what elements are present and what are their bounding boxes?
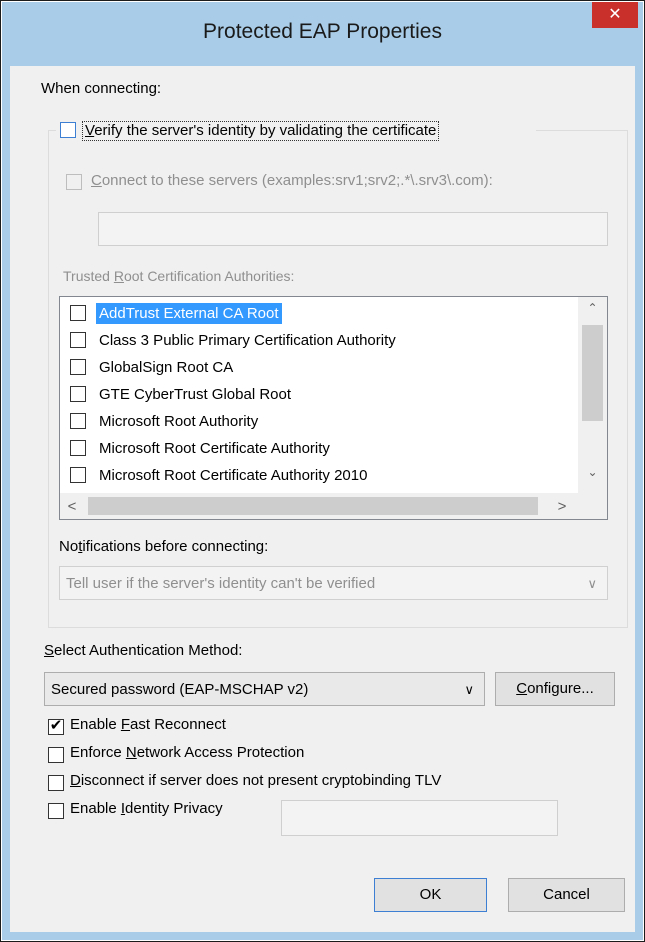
trusted-root-list[interactable]: AddTrust External CA Root Class 3 Public … — [59, 296, 608, 520]
disconnect-cryptobinding-checkbox[interactable] — [48, 775, 64, 791]
cancel-button[interactable]: Cancel — [508, 878, 625, 912]
ok-button[interactable]: OK — [374, 878, 487, 912]
when-connecting-label: When connecting: — [41, 80, 162, 97]
fast-reconnect-label: Enable Fast Reconnect — [70, 716, 226, 733]
disconnect-cryptobinding-label: Disconnect if server does not present cr… — [70, 772, 442, 789]
ca-list-item[interactable]: Microsoft Root Certificate Authority — [60, 435, 578, 462]
ca-list-item[interactable]: Class 3 Public Primary Certification Aut… — [60, 327, 578, 354]
ca-item-label: Microsoft Root Certificate Authority — [99, 440, 330, 457]
enforce-nap-checkbox[interactable] — [48, 747, 64, 763]
chevron-down-icon: ∨ — [587, 576, 597, 591]
auth-method-selected: Secured password (EAP-MSCHAP v2) — [51, 681, 309, 698]
ca-item-checkbox[interactable] — [70, 413, 86, 429]
trusted-root-label: Trusted Root Certification Authorities: — [63, 268, 295, 284]
ca-item-checkbox[interactable] — [70, 359, 86, 375]
identity-privacy-input[interactable] — [281, 800, 558, 836]
ca-item-label: Microsoft Root Authority — [99, 413, 259, 430]
fast-reconnect-checkbox[interactable]: ✔ — [48, 717, 64, 735]
identity-privacy-label: Enable Identity Privacy — [70, 800, 223, 817]
verify-identity-row[interactable]: Verify the server's identity by validati… — [56, 118, 536, 144]
dialog-client-area: When connecting: Verify the server's ide… — [10, 66, 635, 932]
checkmark-icon: ✔ — [49, 717, 63, 734]
auth-method-label: Select Authentication Method: — [44, 642, 243, 659]
close-button[interactable]: ✕ — [592, 2, 638, 28]
ca-item-label: AddTrust External CA Root — [96, 303, 282, 324]
configure-button[interactable]: Configure... — [495, 672, 615, 706]
scroll-down-arrow-icon[interactable]: ⌄ — [578, 465, 607, 479]
title-bar[interactable]: Protected EAP Properties ✕ — [2, 2, 643, 66]
verify-identity-label: Verify the server's identity by validati… — [82, 121, 440, 141]
ca-item-label: GTE CyberTrust Global Root — [99, 386, 292, 403]
window-title: Protected EAP Properties — [203, 20, 442, 43]
identity-privacy-checkbox[interactable] — [48, 803, 64, 819]
ca-item-checkbox[interactable] — [70, 467, 86, 483]
ca-item-checkbox[interactable] — [70, 305, 86, 321]
ca-item-label: Class 3 Public Primary Certification Aut… — [99, 332, 396, 349]
auth-method-dropdown[interactable]: Secured password (EAP-MSCHAP v2) ∨ — [44, 672, 485, 706]
connect-servers-label: Connect to these servers (examples:srv1;… — [91, 172, 493, 189]
notifications-label: Notifications before connecting: — [59, 538, 269, 555]
vertical-scroll-thumb[interactable] — [582, 325, 603, 421]
ca-item-label: GlobalSign Root CA — [99, 359, 234, 376]
scrollbar-corner — [578, 493, 607, 519]
dialog-window: Protected EAP Properties ✕ When connecti… — [0, 0, 645, 942]
scroll-up-arrow-icon[interactable]: ⌃ — [578, 301, 607, 315]
ca-list-item[interactable]: Microsoft Root Authority — [60, 408, 578, 435]
ca-item-checkbox[interactable] — [70, 440, 86, 456]
notifications-dropdown[interactable]: Tell user if the server's identity can't… — [59, 566, 608, 600]
ca-list-item[interactable]: AddTrust External CA Root — [60, 300, 578, 327]
ca-item-checkbox[interactable] — [70, 332, 86, 348]
servers-input[interactable] — [98, 212, 608, 246]
ca-list-item[interactable]: GlobalSign Root CA — [60, 354, 578, 381]
close-icon: ✕ — [608, 6, 622, 23]
horizontal-scroll-thumb[interactable] — [88, 497, 538, 515]
ca-item-checkbox[interactable] — [70, 386, 86, 402]
enforce-nap-label: Enforce Network Access Protection — [70, 744, 305, 761]
horizontal-scrollbar[interactable]: < > — [60, 493, 578, 519]
ca-list-item[interactable]: Microsoft Root Certificate Authority 201… — [60, 462, 578, 489]
scroll-left-arrow-icon[interactable]: < — [64, 498, 80, 515]
verify-identity-checkbox[interactable] — [60, 122, 76, 138]
chevron-down-icon: ∨ — [464, 682, 474, 697]
connect-servers-checkbox[interactable] — [66, 174, 82, 190]
scroll-right-arrow-icon[interactable]: > — [554, 498, 570, 515]
ca-list-item[interactable]: GTE CyberTrust Global Root — [60, 381, 578, 408]
notifications-selected: Tell user if the server's identity can't… — [66, 575, 376, 592]
ca-item-label: Microsoft Root Certificate Authority 201… — [99, 467, 368, 484]
vertical-scrollbar[interactable]: ⌃ ⌄ — [578, 297, 607, 493]
window-frame: Protected EAP Properties ✕ When connecti… — [2, 2, 643, 940]
